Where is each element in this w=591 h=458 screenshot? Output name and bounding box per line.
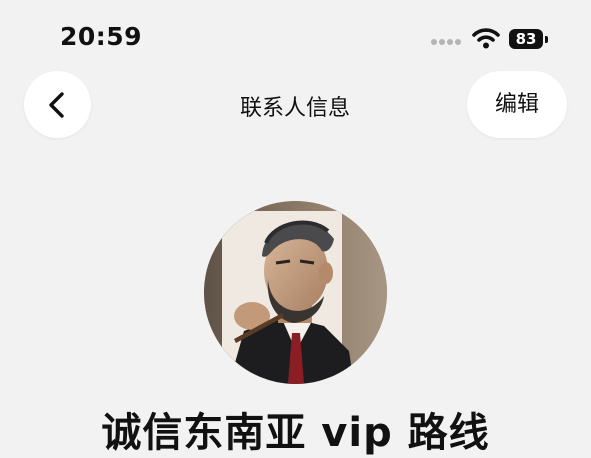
battery-level: 83 (515, 30, 537, 48)
avatar-image (204, 201, 387, 384)
status-time: 20:59 (60, 22, 143, 51)
page-title: 联系人信息 (239, 96, 350, 121)
back-button[interactable] (24, 71, 91, 138)
chevron-left-icon (49, 92, 64, 118)
battery-icon: 83 (509, 29, 549, 49)
cellular-signal-icon (431, 39, 463, 47)
wifi-icon (472, 27, 500, 49)
contact-name: 诚信东南亚 vip 路线 (101, 410, 490, 456)
edit-button[interactable]: 编辑 (467, 71, 567, 138)
status-bar: 20:59 83 (0, 0, 591, 70)
avatar[interactable] (204, 201, 387, 384)
